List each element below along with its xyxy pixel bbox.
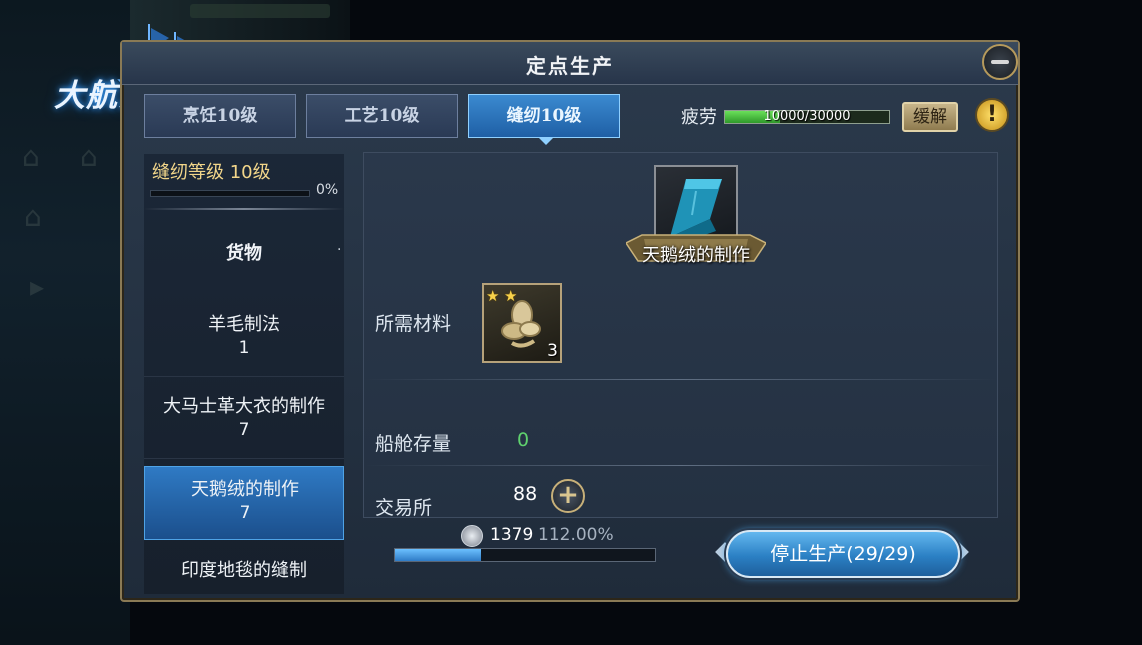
minimize-button[interactable] xyxy=(982,44,1018,80)
production-panel: 定点生产 烹饪10级 工艺10级 缝纫10级 疲劳 10000/30000 缓解… xyxy=(120,40,1020,602)
fatigue-value: 10000/30000 xyxy=(763,109,851,124)
goods-list-panel: 缝纫等级 10级 0% 货物 · 羊毛制法 1 大马士革大衣的制作 7 天鹅绒的… xyxy=(144,154,344,594)
list-item-name: 印度地毯的缝制 xyxy=(181,560,307,581)
silver-coin-icon xyxy=(461,525,483,547)
tab-cooking[interactable]: 烹饪10级 xyxy=(144,94,296,138)
product-detail: 天鹅绒的制作 所需材料 ★ ★ 3 船舱存量 0 交易所 88 + 1379 1… xyxy=(363,152,998,547)
list-item-name: 羊毛制法 xyxy=(208,314,280,335)
list-item-velvet[interactable]: 天鹅绒的制作 7 xyxy=(144,466,344,540)
stock-value: 0 xyxy=(517,429,530,451)
production-progress-bar xyxy=(394,548,656,562)
background-arrow-icon: ▸ xyxy=(30,270,45,303)
tab-pointer-icon xyxy=(538,137,554,145)
list-item-wool[interactable]: 羊毛制法 1 xyxy=(144,302,344,377)
material-count: 3 xyxy=(547,341,558,361)
price-percent: 112.00% xyxy=(538,525,614,545)
list-item-count: 7 xyxy=(238,420,250,440)
list-item-count: 7 xyxy=(239,503,251,523)
list-item-name: 大马士革大衣的制作 xyxy=(163,396,325,417)
material-slot[interactable]: ★ ★ 3 xyxy=(482,283,562,363)
list-item-damascus-coat[interactable]: 大马士革大衣的制作 7 xyxy=(144,384,344,459)
skill-progress-bar xyxy=(150,190,310,197)
stock-label: 船舱存量 xyxy=(375,433,452,455)
row-divider xyxy=(364,379,997,380)
divider xyxy=(144,208,344,210)
production-progress-fill xyxy=(395,549,481,561)
panel-title: 定点生产 xyxy=(526,54,614,78)
info-button[interactable]: ! xyxy=(975,98,1009,132)
materials-label: 所需材料 xyxy=(375,313,452,335)
stop-production-button[interactable]: 停止生产(29/29) xyxy=(726,530,960,578)
add-button[interactable]: + xyxy=(551,479,585,513)
price-value: 1379 xyxy=(490,525,534,545)
minus-icon xyxy=(991,60,1009,64)
fatigue-label: 疲劳 xyxy=(681,107,717,128)
skill-level: 缝纫等级 10级 xyxy=(152,162,271,183)
market-quantity: 88 xyxy=(513,483,538,505)
list-item-name: 天鹅绒的制作 xyxy=(191,479,299,500)
row-divider xyxy=(364,465,997,466)
star-icon: ★ xyxy=(486,287,500,305)
list-item-indian-carpet[interactable]: 印度地毯的缝制 xyxy=(144,548,344,622)
background-building-icon: ⌂ xyxy=(80,140,98,173)
skill-percent: 0% xyxy=(316,182,339,198)
title-bar: 定点生产 xyxy=(122,42,1018,85)
background-building-icon: ⌂ xyxy=(22,140,40,173)
goods-header: 货物 xyxy=(226,243,262,264)
scroll-marker: · xyxy=(337,242,342,258)
relieve-button[interactable]: 缓解 xyxy=(902,102,958,132)
tab-sewing[interactable]: 缝纫10级 xyxy=(468,94,620,138)
fatigue-bar: 10000/30000 xyxy=(724,109,890,124)
star-icon: ★ xyxy=(504,287,518,305)
background-hud-bar xyxy=(190,4,330,18)
background-building-icon: ⌂ xyxy=(24,200,42,233)
market-label: 交易所 xyxy=(375,497,433,519)
tab-crafting[interactable]: 工艺10级 xyxy=(306,94,458,138)
product-name: 天鹅绒的制作 xyxy=(642,245,750,266)
list-item-count: 1 xyxy=(238,338,250,358)
